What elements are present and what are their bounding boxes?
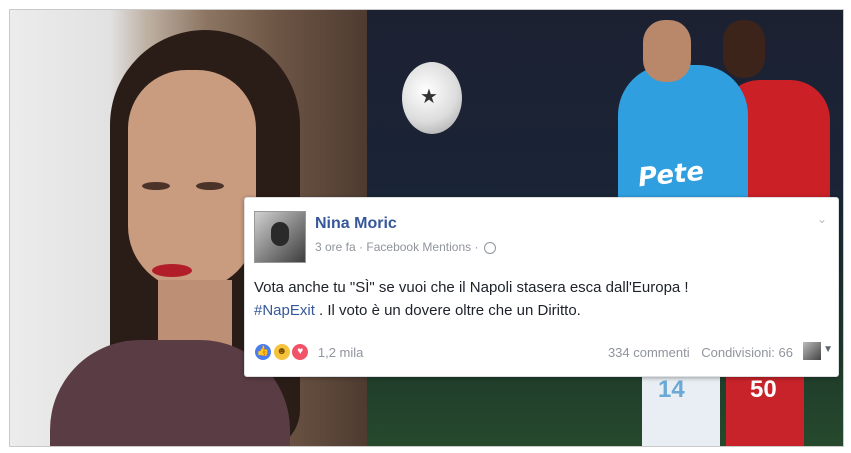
red-player-head bbox=[723, 20, 765, 78]
meta-separator-2: · bbox=[474, 240, 479, 254]
image-frame: Pete 14 50 Nina Moric 3 ore fa · Faceboo… bbox=[9, 9, 844, 447]
post-footer: 👍 ☻ ♥ 1,2 mila 334 commenti Condivisioni… bbox=[254, 342, 833, 364]
globe-icon bbox=[483, 241, 496, 254]
like-reaction-icon: 👍 bbox=[254, 343, 272, 361]
share-as-avatar[interactable] bbox=[803, 342, 821, 360]
haha-reaction-icon: ☻ bbox=[272, 343, 291, 361]
lips bbox=[152, 264, 192, 277]
left-eye bbox=[142, 182, 170, 190]
reactions-count: 1,2 mila bbox=[317, 344, 364, 360]
facebook-post-card: Nina Moric 3 ore fa · Facebook Mentions … bbox=[244, 197, 839, 377]
avatar[interactable] bbox=[254, 211, 306, 263]
post-meta: 3 ore fa · Facebook Mentions · bbox=[315, 240, 496, 254]
chevron-down-icon[interactable]: ⌄ bbox=[817, 212, 827, 226]
reactions-summary[interactable]: 👍 ☻ ♥ 1,2 mila bbox=[254, 343, 363, 361]
jersey-number-white: 14 bbox=[658, 376, 685, 403]
post-time[interactable]: 3 ore fa bbox=[315, 240, 356, 254]
hashtag-link[interactable]: #NapExit bbox=[254, 302, 315, 319]
shares-count-link[interactable]: Condivisioni: 66 bbox=[701, 345, 793, 360]
post-source[interactable]: Facebook Mentions bbox=[366, 240, 471, 254]
champions-league-ball bbox=[402, 62, 462, 134]
post-text-main: Vota anche tu "SÌ" se vuoi che il Napoli… bbox=[254, 279, 689, 296]
blue-player-shirt bbox=[618, 65, 748, 215]
love-reaction-icon: ♥ bbox=[291, 343, 310, 361]
blue-player-head bbox=[643, 20, 691, 82]
post-text: Vota anche tu "SÌ" se vuoi che il Napoli… bbox=[254, 276, 814, 322]
face-shape bbox=[128, 70, 256, 290]
caret-down-icon[interactable]: ▼ bbox=[823, 344, 833, 355]
right-eye bbox=[196, 182, 224, 190]
post-stats: 334 commenti Condivisioni: 66 bbox=[600, 345, 793, 360]
author-name-link[interactable]: Nina Moric bbox=[315, 215, 397, 233]
comments-count-link[interactable]: 334 commenti bbox=[608, 345, 690, 360]
meta-separator: · bbox=[359, 240, 364, 254]
jersey-number-red: 50 bbox=[750, 376, 777, 403]
post-text-tail: . Il voto è un dovere oltre che un Dirit… bbox=[314, 302, 581, 319]
